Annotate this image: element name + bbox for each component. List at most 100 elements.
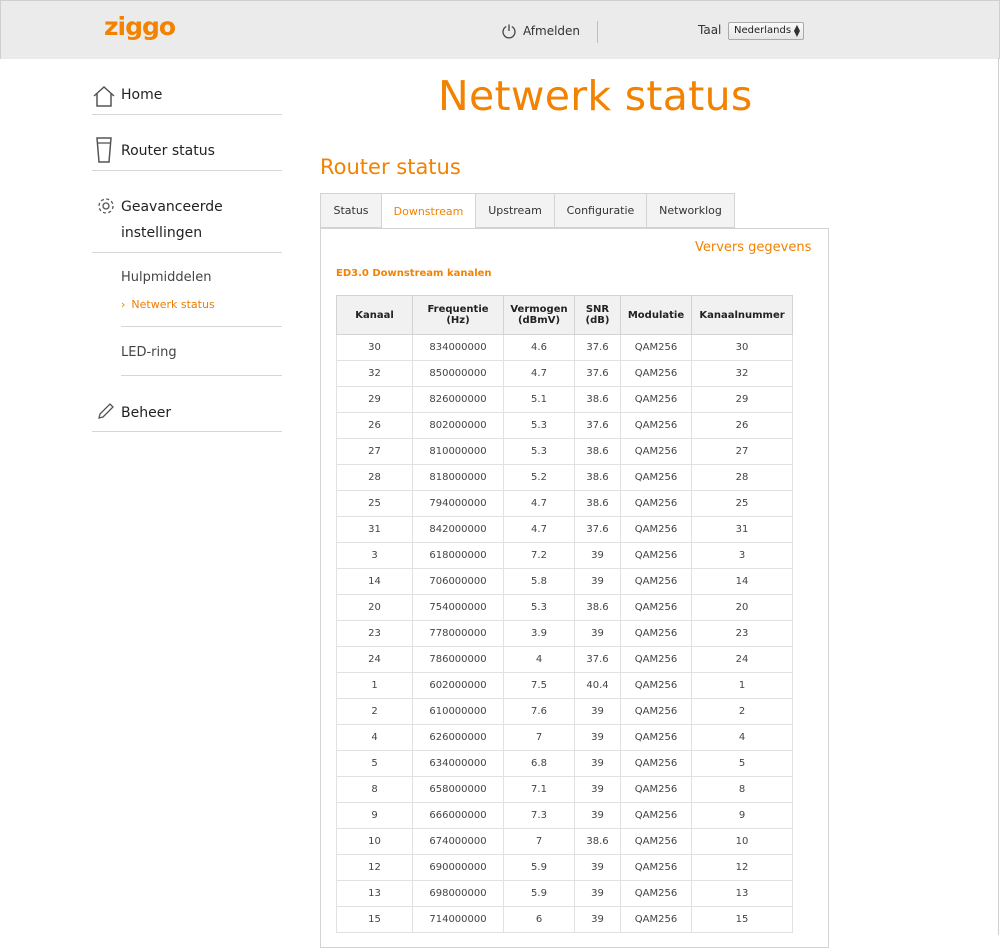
- table-row: 24 786000000 4 37.6 QAM256 24: [336, 646, 793, 673]
- sidebar-subitem-led-ring[interactable]: LED-ring: [121, 345, 282, 360]
- select-arrows-icon: ▲ ▼: [793, 23, 800, 38]
- table-cell: QAM256: [620, 490, 692, 517]
- sidebar-item-label: Home: [121, 87, 163, 103]
- table-cell: 634000000: [412, 750, 504, 777]
- table-cell: QAM256: [620, 542, 692, 569]
- table-cell: 15: [336, 906, 413, 933]
- table-cell: 4.7: [503, 360, 575, 387]
- sidebar-subitem-network-status[interactable]: › Netwerk status: [121, 298, 215, 311]
- table-cell: 5: [691, 750, 793, 777]
- sidebar-item-label-line1: Geavanceerde: [121, 199, 223, 215]
- table-cell: 778000000: [412, 620, 504, 647]
- table-cell: 7.2: [503, 542, 575, 569]
- sidebar-subitem-tools[interactable]: Hulpmiddelen: [121, 270, 282, 285]
- table-cell: 39: [574, 568, 621, 595]
- sidebar-subitem-label: Netwerk status: [131, 298, 215, 311]
- table-cell: 23: [691, 620, 793, 647]
- column-header: Kanaalnummer: [691, 295, 793, 335]
- router-icon: [96, 137, 112, 163]
- table-cell: 706000000: [412, 568, 504, 595]
- table-cell: 38.6: [574, 490, 621, 517]
- table-cell: 714000000: [412, 906, 504, 933]
- table-cell: 12: [691, 854, 793, 881]
- table-cell: 38.6: [574, 594, 621, 621]
- table-cell: 3: [336, 542, 413, 569]
- language-label: Taal: [698, 23, 722, 37]
- tab-status[interactable]: Status: [320, 193, 381, 228]
- table-row: 3 618000000 7.2 39 QAM256 3: [336, 542, 793, 569]
- table-cell: 37.6: [574, 516, 621, 543]
- table-cell: 7.6: [503, 698, 575, 725]
- table-row: 20 754000000 5.3 38.6 QAM256 20: [336, 594, 793, 621]
- table-cell: 38.6: [574, 438, 621, 465]
- table-cell: 4: [336, 724, 413, 751]
- table-cell: 7.5: [503, 672, 575, 699]
- table-cell: 7.3: [503, 802, 575, 829]
- table-cell: 1: [336, 672, 413, 699]
- power-icon: [502, 24, 516, 39]
- sidebar-item-label: Router status: [121, 143, 215, 159]
- table-cell: 39: [574, 906, 621, 933]
- tab-networklog[interactable]: Networklog: [646, 193, 735, 228]
- sidebar-item-router-status[interactable]: Router status: [92, 137, 282, 171]
- table-row: 23 778000000 3.9 39 QAM256 23: [336, 620, 793, 647]
- table-cell: 4.7: [503, 490, 575, 517]
- table-cell: 842000000: [412, 516, 504, 543]
- table-row: 32 850000000 4.7 37.6 QAM256 32: [336, 360, 793, 387]
- table-row: 8 658000000 7.1 39 QAM256 8: [336, 776, 793, 803]
- table-cell: 1: [691, 672, 793, 699]
- column-header: Frequentie (Hz): [412, 295, 504, 335]
- table-cell: 2: [691, 698, 793, 725]
- table-cell: 29: [336, 386, 413, 413]
- sidebar-item-advanced-settings[interactable]: Geavanceerde instellingen: [92, 194, 282, 253]
- table-row: 27 810000000 5.3 38.6 QAM256 27: [336, 438, 793, 465]
- table-cell: QAM256: [620, 438, 692, 465]
- table-cell: 690000000: [412, 854, 504, 881]
- table-cell: QAM256: [620, 412, 692, 439]
- table-cell: QAM256: [620, 568, 692, 595]
- language-select[interactable]: Nederlands ▲ ▼: [728, 22, 804, 40]
- page-border: [998, 58, 999, 935]
- table-cell: 25: [691, 490, 793, 517]
- table-cell: 26: [691, 412, 793, 439]
- table-cell: 28: [336, 464, 413, 491]
- table-cell: 810000000: [412, 438, 504, 465]
- tab-downstream[interactable]: Downstream: [381, 193, 475, 229]
- table-cell: QAM256: [620, 802, 692, 829]
- sidebar-item-home[interactable]: Home: [92, 82, 282, 115]
- table-cell: QAM256: [620, 646, 692, 673]
- table-row: 29 826000000 5.1 38.6 QAM256 29: [336, 386, 793, 413]
- table-cell: 39: [574, 776, 621, 803]
- table-cell: 4: [691, 724, 793, 751]
- header-divider: [597, 21, 598, 43]
- sidebar-divider: [121, 326, 282, 327]
- table-cell: 602000000: [412, 672, 504, 699]
- table-cell: 39: [574, 620, 621, 647]
- table-cell: QAM256: [620, 698, 692, 725]
- table-cell: 786000000: [412, 646, 504, 673]
- table-title: ED3.0 Downstream kanalen: [336, 268, 492, 279]
- table-cell: QAM256: [620, 464, 692, 491]
- tab-configuratie[interactable]: Configuratie: [554, 193, 646, 228]
- table-row: 4 626000000 7 39 QAM256 4: [336, 724, 793, 751]
- table-cell: 30: [336, 334, 413, 361]
- table-row: 5 634000000 6.8 39 QAM256 5: [336, 750, 793, 777]
- table-cell: 31: [336, 516, 413, 543]
- sidebar-item-management[interactable]: Beheer: [92, 400, 282, 432]
- table-row: 13 698000000 5.9 39 QAM256 13: [336, 880, 793, 907]
- sidebar-divider: [121, 375, 282, 376]
- table-cell: 5.2: [503, 464, 575, 491]
- refresh-link[interactable]: Ververs gegevens: [695, 240, 811, 255]
- table-row: 9 666000000 7.3 39 QAM256 9: [336, 802, 793, 829]
- table-cell: 10: [691, 828, 793, 855]
- pencil-icon: [98, 403, 114, 419]
- table-cell: 10: [336, 828, 413, 855]
- tab-upstream[interactable]: Upstream: [475, 193, 554, 228]
- ziggo-logo[interactable]: ziggo: [104, 11, 182, 43]
- table-cell: 23: [336, 620, 413, 647]
- logout-button[interactable]: Afmelden: [501, 21, 580, 41]
- table-cell: 7: [503, 724, 575, 751]
- table-cell: 5.1: [503, 386, 575, 413]
- table-cell: 754000000: [412, 594, 504, 621]
- table-cell: 37.6: [574, 334, 621, 361]
